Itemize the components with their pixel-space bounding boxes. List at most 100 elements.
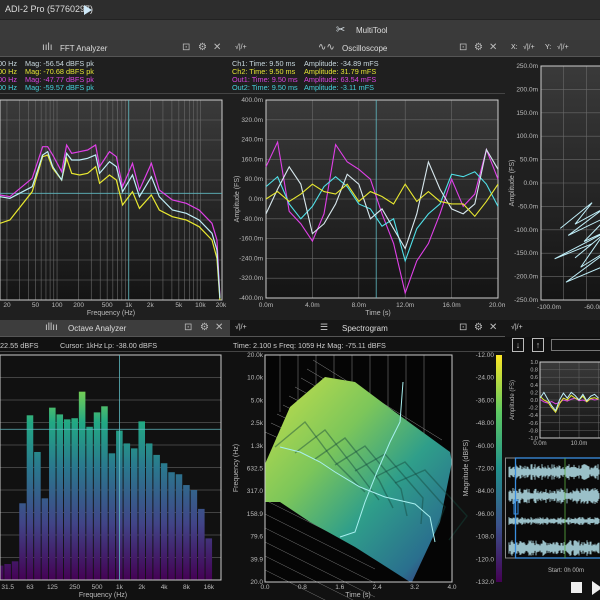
- x-tick-label: 0.8: [298, 584, 307, 591]
- y-tick-label: -320.0m: [239, 275, 263, 282]
- y-tick-label: 317.0: [247, 488, 264, 495]
- y-tick-label: -0.8: [529, 428, 538, 434]
- y-tick-label: 160.0m: [241, 156, 263, 163]
- octave-level: 22.55 dBFS: [0, 341, 39, 350]
- x-tick-label: 1k: [125, 302, 133, 309]
- spectrogram-chart[interactable]: 20.0k 10.0k 5.0k 2.5k 1.3k 632.5 317.0 158.9 79.…: [230, 352, 505, 600]
- x-label: X:: [511, 44, 518, 51]
- colorbar-tick-label: -48.00: [476, 420, 495, 427]
- x-tick-label: 4.0: [447, 584, 456, 591]
- x-tick-label: 0.0m: [259, 302, 273, 309]
- recorder-scope-chart[interactable]: 1.00.80.60.40.20.0-0.2-0.4-0.6-0.8-1.00.…: [505, 355, 600, 455]
- y-tick-label: 0.8: [530, 368, 538, 374]
- channel-select-icon[interactable]: √|/+: [235, 324, 247, 331]
- fft-chart[interactable]: 20 50 100 200 500 1k 2k 5k 10k 20k Frequency (Hz): [0, 96, 230, 322]
- chart-toggle-icon[interactable]: ⊡: [459, 322, 467, 333]
- x-tick-label: -100.0m: [537, 304, 561, 311]
- colorbar-tick-label: -120.0: [476, 556, 495, 563]
- x-tick-label: 4k: [161, 584, 169, 591]
- recording-name-input[interactable]: [551, 339, 600, 351]
- export-icon[interactable]: ↑: [532, 338, 544, 352]
- x-axis-label: Time (s): [365, 310, 390, 317]
- octave-bar-315: [78, 391, 86, 580]
- close-icon[interactable]: ✕: [489, 322, 497, 333]
- x-tick-label: 2k: [138, 584, 146, 591]
- x-tick-label: 10.0m: [571, 441, 588, 447]
- octave-bar-80: [34, 451, 41, 580]
- stop-button[interactable]: [571, 582, 582, 593]
- channel-select-icon[interactable]: √|/+: [235, 44, 247, 51]
- close-icon[interactable]: ✕: [215, 322, 223, 333]
- close-icon[interactable]: ✕: [489, 42, 497, 53]
- octave-header: ıllıı Octave Analyzer ⊡ ⚙ ✕: [0, 320, 230, 337]
- y-tick-label: 400.0m: [241, 97, 263, 104]
- y-tick-label: 0.4: [530, 383, 538, 389]
- y-tick-label: -240.0m: [239, 255, 263, 262]
- y-tick-label: 5.0k: [251, 397, 264, 404]
- y-tick-label: 100.0m: [516, 133, 538, 140]
- chart-toggle-icon[interactable]: ⊡: [182, 42, 190, 53]
- gear-icon[interactable]: ⚙: [474, 322, 483, 333]
- octave-bar-16k: [205, 538, 213, 580]
- x-axis-label: Time (s): [345, 592, 370, 599]
- x-tick-label: 100: [52, 302, 63, 309]
- fft-readout-freq: 00 Hz: [0, 83, 18, 92]
- y-tick-label: 10.0k: [247, 375, 264, 382]
- x-tick-label: 0.0: [260, 584, 269, 591]
- x-tick-label: 1k: [116, 584, 124, 591]
- octave-bar-12.5k: [198, 508, 205, 580]
- y-tick-label: -0.4: [529, 413, 538, 419]
- x-channel-select[interactable]: √|/+: [523, 44, 535, 51]
- gear-icon[interactable]: ⚙: [474, 42, 483, 53]
- import-icon[interactable]: ↓: [512, 338, 524, 352]
- recorder-header: √|/+: [505, 320, 600, 337]
- play-button[interactable]: [592, 581, 600, 595]
- close-icon[interactable]: ✕: [213, 42, 221, 53]
- app-title: MultiTool: [356, 26, 388, 35]
- octave-bar-1.6k: [131, 448, 138, 580]
- y-tick-label: -0.2: [529, 406, 538, 412]
- gear-icon[interactable]: ⚙: [200, 322, 209, 333]
- osc-readout-amp: Amplitude: -3.11 mFS: [304, 83, 375, 92]
- divider: [0, 93, 505, 94]
- chart-toggle-icon[interactable]: ⊡: [184, 322, 192, 333]
- y-tick-label: -200.0m: [514, 274, 538, 281]
- octave-chart[interactable]: 31.5 63 125 250 500 1k 2k 4k 8k 16k Frequency (Hz): [0, 352, 230, 600]
- x-tick-label: 1.6: [335, 584, 344, 591]
- play-icon[interactable]: [84, 5, 92, 15]
- octave-bar-2.5k: [145, 443, 153, 580]
- multitool-icon: ✂: [336, 24, 346, 36]
- octave-bar-1.25k: [123, 443, 131, 580]
- octave-bar-40: [11, 561, 19, 580]
- y-channel-select[interactable]: √|/+: [557, 44, 569, 51]
- octave-bar-125: [49, 407, 56, 580]
- chart-toggle-icon[interactable]: ⊡: [459, 42, 467, 53]
- x-tick-label: 20k: [216, 302, 227, 309]
- channel-select-icon[interactable]: √|/+: [511, 324, 523, 331]
- octave-bar-31.5: [4, 564, 11, 580]
- x-tick-label: 2.4: [373, 584, 382, 591]
- y-tick-label: 1.0: [530, 360, 538, 366]
- y-tick-label: -400.0m: [239, 295, 263, 302]
- spectrogram-header: √|/+ ☰ Spectrogram ⊡ ⚙ ✕: [230, 320, 505, 337]
- y-tick-label: -160.0m: [239, 236, 263, 243]
- x-tick-label: 0.0m: [533, 441, 546, 447]
- x-tick-label: 20.0m: [489, 302, 505, 309]
- octave-bar-63: [26, 415, 34, 580]
- octave-lp: Lp: -38.00 dBFS: [104, 341, 158, 350]
- oscilloscope-chart[interactable]: 400.0m 320.0m 240.0m 160.0m 80.0m 0.0m -80.0m -…: [230, 96, 505, 322]
- y-axis-label: Amplitude (FS): [509, 160, 516, 207]
- x-tick-label: -60.0m: [584, 304, 600, 311]
- octave-icon: ıllıı: [45, 322, 58, 333]
- octave-bar-200: [63, 419, 71, 580]
- waveform-overview[interactable]: [505, 456, 600, 566]
- y-tick-label: 79.6: [250, 534, 263, 541]
- x-tick-label: 3.2: [410, 584, 419, 591]
- gear-icon[interactable]: ⚙: [198, 42, 207, 53]
- spectrogram-readout: Time: 2.100 s Freq: 1059 Hz Mag: -75.11 …: [233, 341, 386, 350]
- xy-chart[interactable]: 250.0m 200.0m 150.0m 100.0m 50.0m 0.0m -50.0m -…: [505, 57, 600, 322]
- y-label: Y:: [545, 44, 552, 51]
- octave-bar-6.3k: [175, 474, 183, 580]
- y-tick-label: 240.0m: [241, 137, 263, 144]
- colorbar-label: Magnitude (dBFS): [463, 440, 470, 497]
